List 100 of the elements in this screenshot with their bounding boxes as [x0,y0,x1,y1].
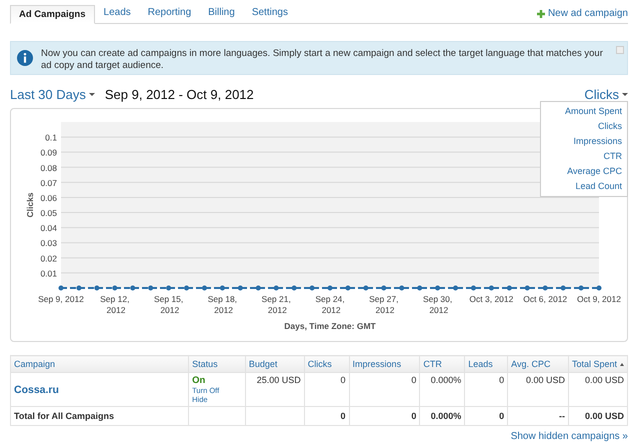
x-axis-title: Days, Time Zone: GMT [284,321,376,331]
y-tick-label: 0.09 [40,148,57,158]
data-point [363,286,368,290]
x-tick-label: Sep 30, 2012 [422,294,452,315]
info-icon [17,50,33,66]
y-tick-label: 0.08 [40,162,57,173]
column-header[interactable]: Campaign [10,356,189,372]
x-tick-label: Oct 9, 2012 [577,294,621,304]
table-cell: 0.00 USD [526,375,565,385]
y-tick-label: 0.01 [40,268,57,278]
data-point [417,286,422,290]
column-header[interactable]: Clicks [304,356,350,372]
y-axis-title: Clicks [25,192,35,218]
show-hidden-link[interactable]: Show hidden campaigns » [510,431,628,442]
menu-item[interactable]: Amount Spent [541,104,627,119]
x-tick-label: Sep 18, 2012 [208,294,238,315]
data-point [130,286,136,290]
table-cell: 0.00 USD [584,375,624,385]
x-tick-label: Sep 24, 2012 [315,294,345,315]
close-icon[interactable] [616,46,624,54]
menu-item[interactable]: Average CPC [541,164,627,179]
tab[interactable]: Leads [96,5,139,23]
date-preset-dropdown[interactable]: Last 30 Days [10,86,95,102]
data-point [220,286,225,290]
y-tick-label: 0.07 [40,178,57,188]
x-tick-label: Oct 6, 2012 [523,294,568,304]
table-cell: 0 [340,375,346,385]
data-point [94,286,100,290]
y-tick-label: 0.02 [40,253,57,264]
y-tick-label: 0.04 [40,223,57,234]
table-cell: 0.000% [430,411,462,421]
x-tick-label: Sep 12, 2012 [100,294,130,315]
data-point [542,286,548,290]
x-tick-label: Oct 3, 2012 [469,294,514,304]
caret-icon [622,92,628,96]
new-campaign-link[interactable]: New ad campaign [536,8,628,23]
table-cell: 0 [411,375,416,385]
data-point [506,286,512,290]
data-point [292,286,297,290]
column-header[interactable]: CTR [420,356,465,372]
menu-item[interactable]: Lead Count [541,179,627,194]
data-point [435,286,440,290]
plus-icon [536,10,545,18]
tab[interactable]: Reporting [140,5,200,23]
y-tick-label: 0.03 [40,238,57,248]
table-cell: 25.00 USD [256,375,301,385]
table-cell: 0 [499,411,504,421]
status-text: On [192,375,206,386]
x-tick-label: Sep 21, 2012 [262,294,291,315]
column-header[interactable]: Avg. CPC [508,356,568,372]
column-header[interactable]: Budget [245,356,304,372]
data-point [148,286,154,290]
tab[interactable]: Settings [244,5,296,23]
column-header[interactable]: Status [188,356,246,372]
menu-item[interactable]: Impressions [541,134,627,149]
data-point [345,286,350,290]
data-point [112,286,118,290]
caret-icon [88,92,95,96]
y-tick-label: 0.06 [40,192,57,203]
x-tick-label: Sep 9, 2012 [38,294,84,304]
y-tick-label: 0.1 [45,132,57,143]
data-point [328,286,332,290]
data-point [399,286,404,290]
column-header[interactable]: Impressions [349,356,420,372]
menu-item[interactable]: CTR [541,149,627,164]
data-point [256,286,261,290]
y-tick-label: 0.05 [40,208,57,218]
data-point [488,286,494,290]
data-point [596,286,602,290]
data-point [76,286,82,290]
data-point [310,286,315,290]
data-point [238,286,243,290]
table-cell: 0.00 USD [584,411,624,421]
table-cell: 0 [411,411,416,421]
table-cell: 0 [340,411,346,421]
notice-text: Now you can create ad campaigns in more languages. Simply start a new campaign and select the target language that matches your ad copy and target audience. [41,48,604,72]
data-point [166,286,172,290]
table-cell: 0 [499,375,504,385]
date-range: Sep 9, 2012 - Oct 9, 2012 [104,86,254,102]
data-point [470,286,476,290]
data-point [453,286,458,290]
x-tick-label: Sep 27, 2012 [369,294,398,315]
data-point [524,286,530,290]
data-point [274,286,279,290]
data-point [578,286,584,290]
data-point [202,286,207,290]
data-point [184,286,190,290]
total-label: Total for All Campaigns [14,411,114,421]
column-header[interactable]: Leads [464,356,508,372]
x-tick-label: Sep 15, 2012 [154,294,184,315]
column-header[interactable]: Total Spent [568,356,628,372]
data-point [560,286,566,290]
metric-dropdown[interactable]: Clicks [584,86,628,102]
tab[interactable]: Billing [200,5,243,23]
data-point [381,286,386,290]
table-cell: -- [558,411,565,421]
table-cell: 0.000% [430,375,462,385]
tab[interactable]: Ad Campaigns [10,5,95,24]
campaign-link[interactable]: Cossa.ru [14,384,59,396]
menu-item[interactable]: Clicks [541,119,627,134]
